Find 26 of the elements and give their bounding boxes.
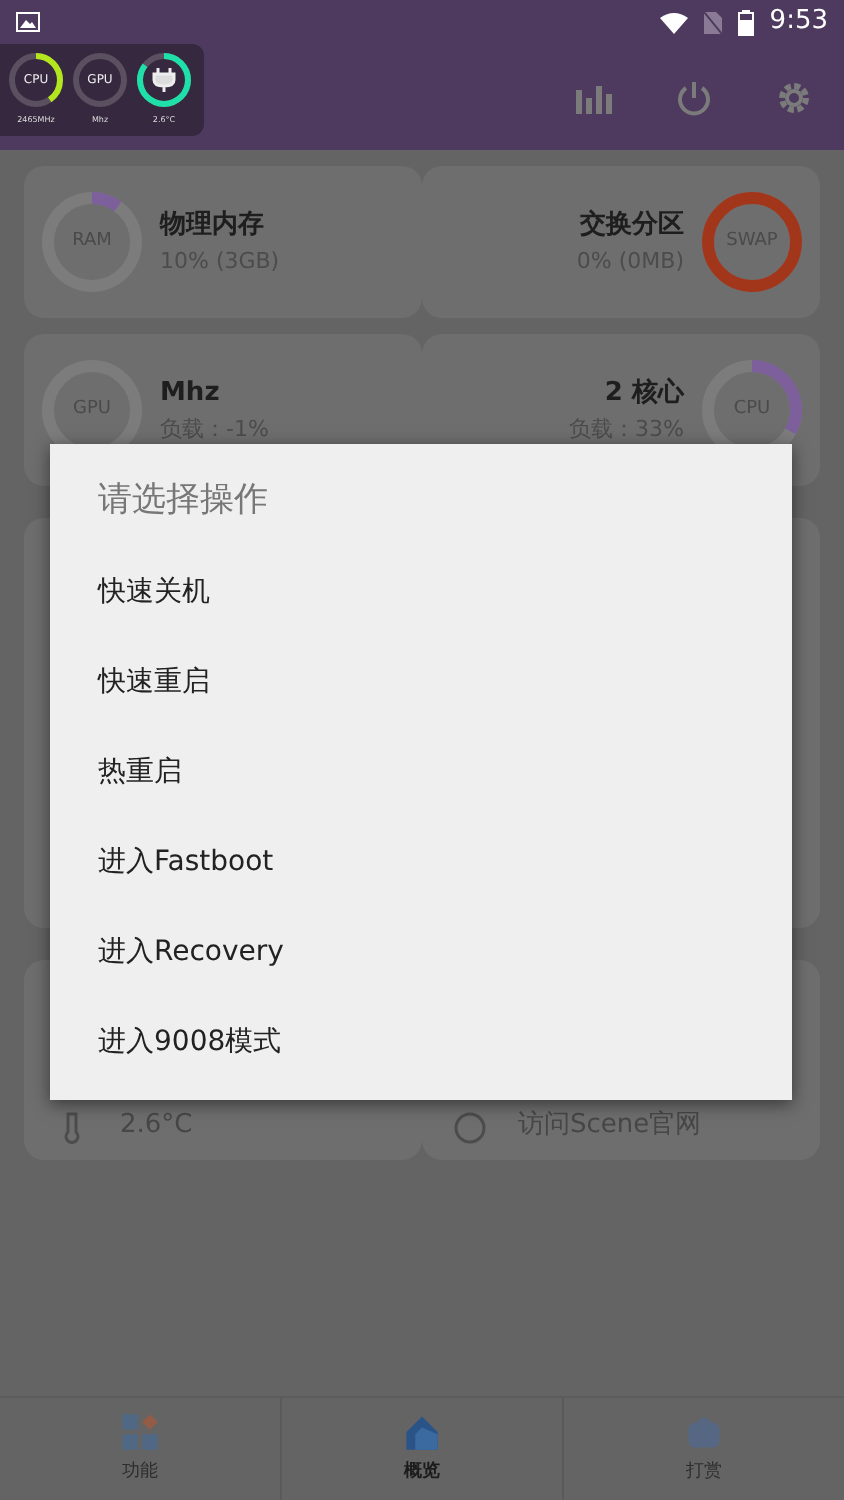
plug-icon — [152, 68, 176, 92]
settings-icon[interactable] — [776, 79, 812, 115]
bar-chart-icon[interactable] — [576, 81, 612, 113]
menu-item[interactable]: 快速重启 — [98, 637, 210, 727]
battery-icon — [737, 9, 754, 35]
card-title: 交换分区 — [580, 207, 684, 244]
menu-item[interactable]: 进入Fastboot — [98, 817, 274, 907]
grid-icon — [120, 1411, 160, 1452]
wifi-icon — [659, 11, 688, 33]
card-title: 2 核心 — [604, 375, 684, 412]
power-icon[interactable] — [676, 79, 712, 115]
menu-item[interactable]: 快速关机 — [98, 547, 210, 637]
menu-item[interactable]: 进入Recovery — [98, 907, 284, 997]
menu-item[interactable]: 热重启 — [98, 727, 182, 817]
card-title: Mhz — [160, 376, 222, 412]
gauge-ring — [40, 190, 144, 294]
dialog-title: 请选择操作 — [98, 478, 270, 524]
status-time: 9:53 — [769, 4, 828, 41]
image-icon — [16, 12, 40, 32]
home-icon — [402, 1411, 442, 1452]
gauge-ring — [700, 190, 804, 294]
menu-item[interactable]: 进入9008模式 — [98, 997, 282, 1087]
card-title: 物理内存 — [160, 208, 266, 244]
no-sim-icon — [703, 11, 722, 33]
gauge-ring — [8, 52, 64, 108]
gauge-ring — [72, 52, 128, 108]
